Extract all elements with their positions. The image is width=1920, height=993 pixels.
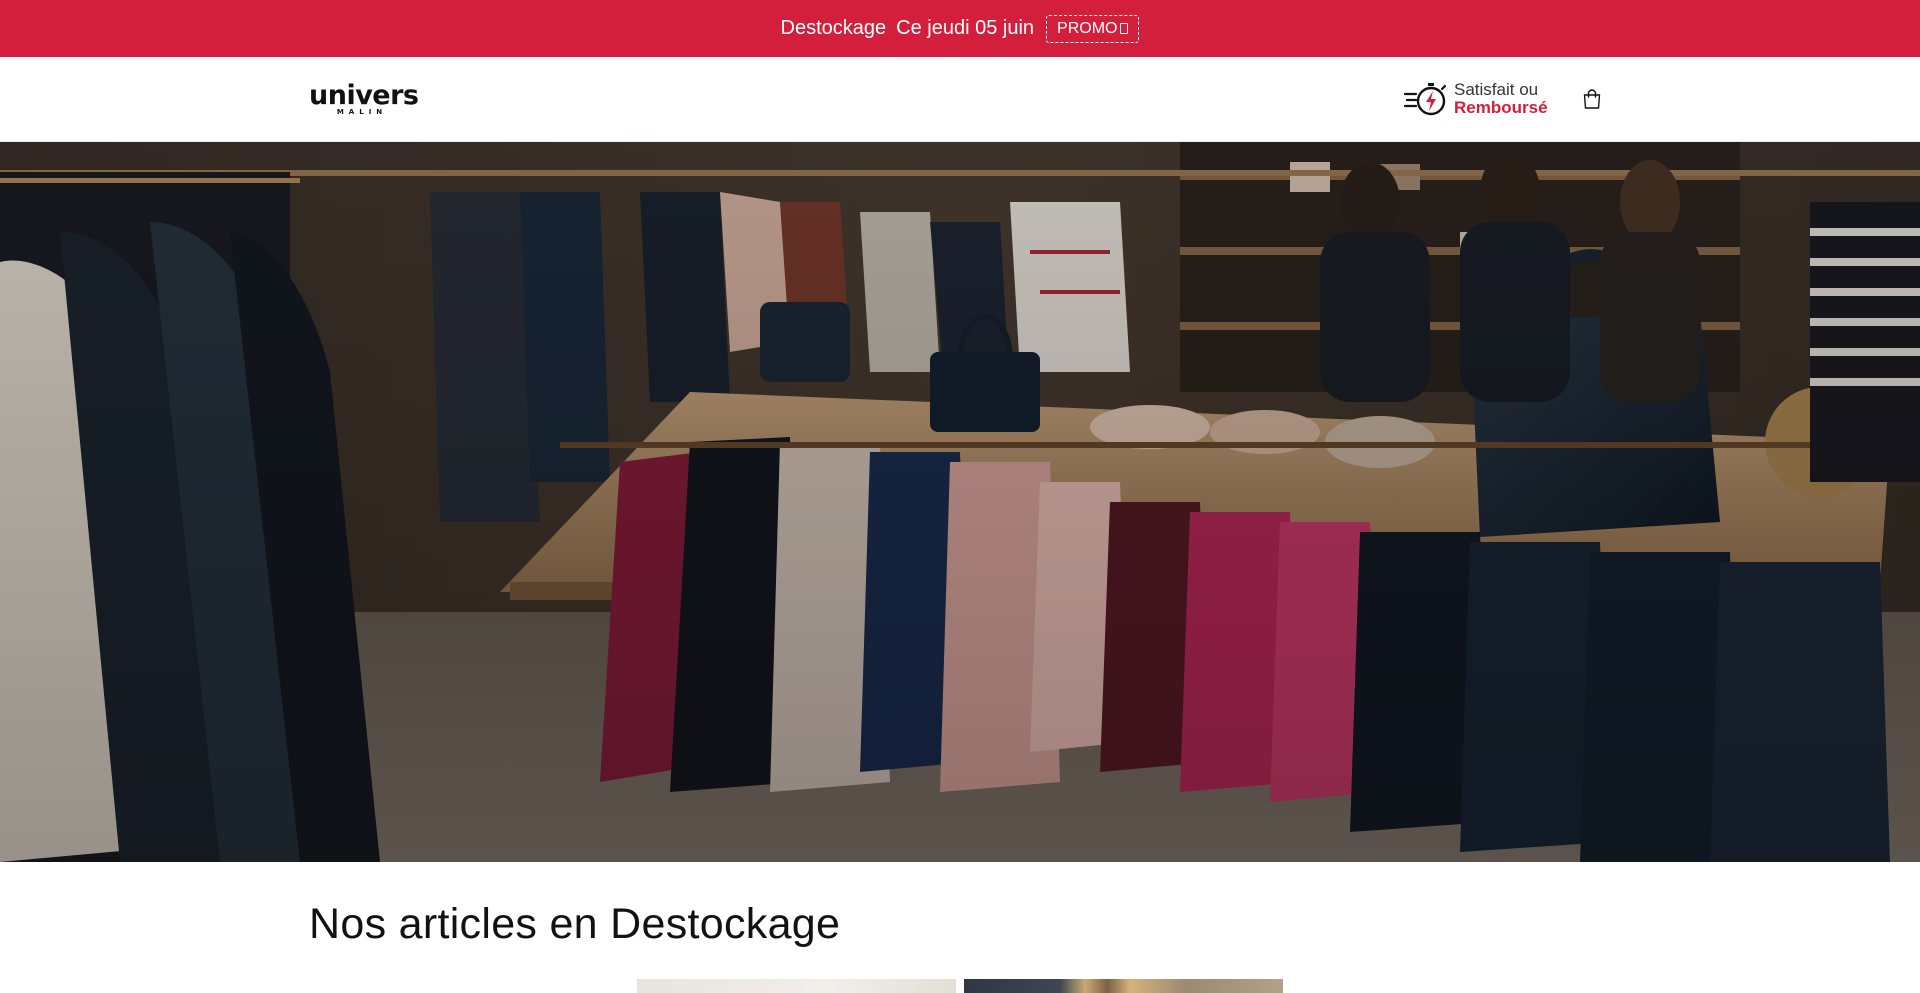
product-card[interactable] [637,979,956,993]
product-card[interactable] [964,979,1283,993]
guarantee-line-1: Satisfait ou [1454,80,1539,99]
guarantee-line-2: Remboursé [1454,98,1548,117]
boutique-hero-image [0,142,1920,862]
cart-button[interactable] [1578,85,1606,113]
hero-banner [0,142,1920,862]
fast-stopwatch-icon [1404,83,1447,116]
satisfaction-guarantee: Satisfait ou Remboursé [1404,78,1548,120]
promo-code-label: PROMO [1057,19,1118,37]
shopping-bag-icon [1583,89,1601,109]
promo-code-button[interactable]: PROMO [1046,14,1140,43]
copy-icon [1120,23,1129,34]
logo-wordmark: univers [309,80,419,111]
announcement-label: Destockage [780,17,887,39]
site-logo[interactable]: univers MALIN [309,80,419,117]
announcement-date: Ce jeudi 05 juin [896,17,1035,39]
section-title: Nos articles en Destockage [309,900,841,948]
site-header: univers MALIN Satisfait ou Remboursé [0,57,1920,142]
announcement-bar: Destockage Ce jeudi 05 juin PROMO [0,0,1920,57]
